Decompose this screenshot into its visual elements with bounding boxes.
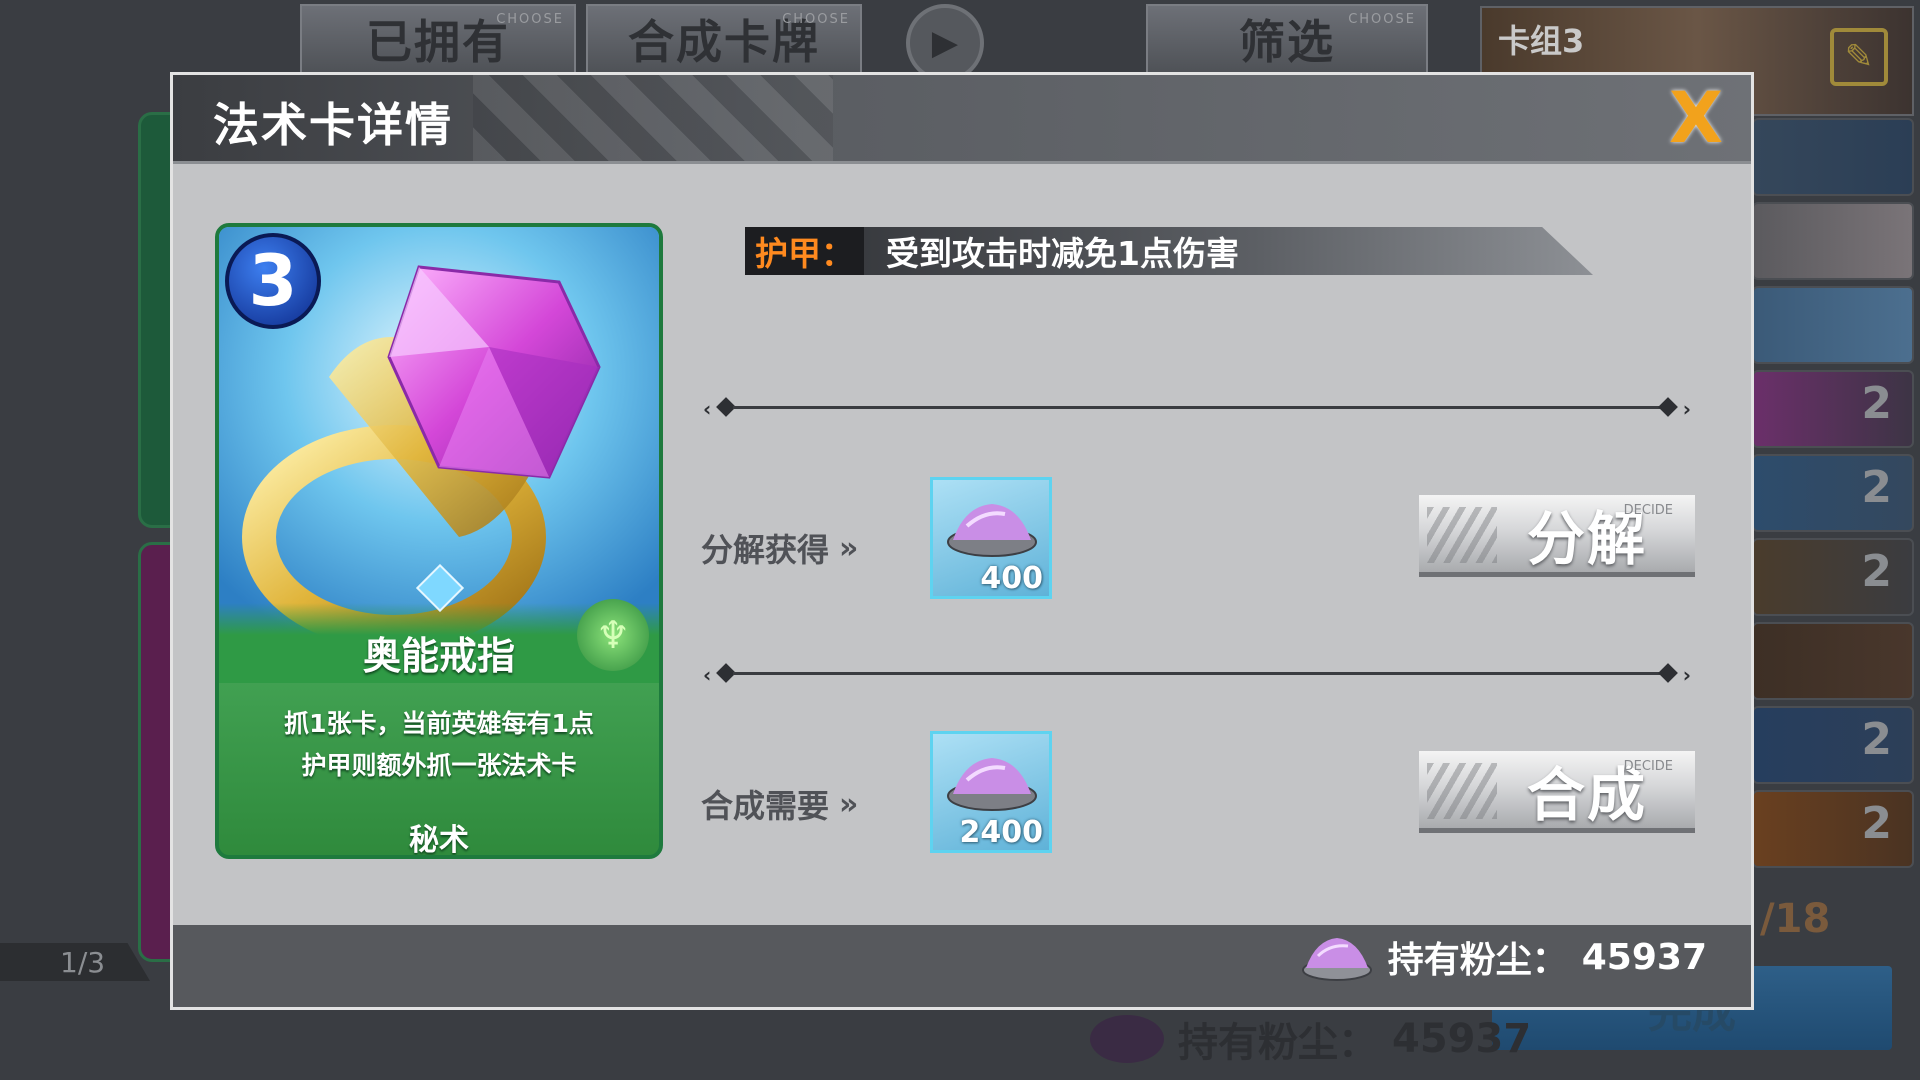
disenchant-button-tag: DECIDE [1623,503,1673,518]
tab-filter-label: 筛选 [1239,15,1335,69]
deck-item[interactable] [1752,118,1914,196]
dust-icon [1301,938,1372,981]
chevron-right-icon: › [1682,663,1691,687]
keyword-text: 受到攻击时减免1点伤害 [886,234,1239,273]
dust-icon [947,504,1037,557]
deck-item-count: 2 [1861,714,1892,765]
divider-diamond [1658,397,1678,417]
spell-card: 3 ♆ 奥能戒指 抓1张卡，当前英雄每有1点 护甲则额外抓一张法术卡 秘术 [215,223,663,859]
dust-balance-value: 45937 [1581,936,1707,978]
craft-button-tag: DECIDE [1623,759,1673,774]
dialog-footer: 持有粉尘： 45937 [173,925,1751,1007]
background-dust-label: 持有粉尘： [1178,1020,1378,1066]
craft-label: 合成需要 [701,787,830,825]
keyword-label: 护甲： [745,227,864,275]
disenchant-amount: 400 [980,561,1043,596]
card-description-line: 护甲则额外抓一张法术卡 [301,751,577,780]
background-card[interactable] [138,112,174,528]
background-dust-value: 45937 [1392,1016,1532,1062]
close-button[interactable]: X [1661,83,1731,153]
mana-cost-badge: 3 [225,233,321,329]
background-card[interactable] [138,542,174,962]
deck-title: 卡组3 [1498,22,1585,60]
divider-line [733,672,1661,675]
edit-icon[interactable]: ✎ [1830,28,1888,86]
deck-item-count: 2 [1861,798,1892,849]
tab-craft-cards-tag: CHOOSE [782,12,850,27]
craft-button[interactable]: 合成 DECIDE [1419,751,1695,833]
deck-item[interactable]: 2 [1752,538,1914,616]
disenchant-button[interactable]: 分解 DECIDE [1419,495,1695,577]
chevron-right-icon: › [1682,397,1691,421]
dialog-header: 法术卡详情 X [173,75,1751,164]
deck-item-count: 2 [1861,462,1892,513]
double-chevron-right-icon: » [839,786,859,822]
deck-item[interactable] [1752,622,1914,700]
chevron-left-icon: ‹ [703,663,712,687]
tab-filter[interactable]: 筛选 CHOOSE [1146,4,1428,74]
card-description-line: 抓1张卡，当前英雄每有1点 [284,709,594,738]
divider-line [733,406,1661,409]
page-indicator: 1/3 [0,943,150,981]
button-hatch-decoration [1427,763,1497,819]
craft-amount: 2400 [959,815,1044,850]
disenchant-label-group: 分解获得 » [701,525,859,571]
spell-card-detail-dialog: 法术卡详情 X 3 ♆ 奥能戒指 抓1张卡，当前英雄每有1点 护甲则额外抓一张法… [170,72,1754,1010]
divider: ‹ › [703,663,1691,687]
keyword-tooltip: 护甲： 受到攻击时减免1点伤害 [745,227,1593,275]
dust-icon [1090,1015,1164,1063]
card-name: 奥能戒指 [362,634,515,678]
divider-diamond [1658,663,1678,683]
deck-item[interactable] [1752,286,1914,364]
dialog-title: 法术卡详情 [213,98,453,152]
button-hatch-decoration [1427,507,1497,563]
dust-balance: 持有粉尘： 45937 [1300,931,1707,983]
craft-dust-cost: 2400 [930,731,1052,853]
tab-filter-tag: CHOOSE [1348,12,1416,27]
disenchant-dust-reward: 400 [930,477,1052,599]
divider: ‹ › [703,397,1691,421]
deck-item[interactable] [1752,202,1914,280]
deck-item-count: 2 [1861,378,1892,429]
background-dust-display: 持有粉尘： 45937 [1090,1010,1531,1068]
dust-balance-label: 持有粉尘： [1387,940,1568,981]
deck-item[interactable]: 2 [1752,454,1914,532]
double-chevron-right-icon: » [839,530,859,566]
deck-item-count: 2 [1861,546,1892,597]
tab-owned[interactable]: 已拥有 CHOOSE [300,4,576,74]
card-description: 抓1张卡，当前英雄每有1点 护甲则额外抓一张法术卡 [239,703,639,787]
play-icon[interactable]: ▶ [906,4,984,82]
deck-item[interactable]: 2 [1752,790,1914,868]
card-type: 秘术 [409,823,469,858]
dust-icon [947,758,1037,811]
chevron-left-icon: ‹ [703,397,712,421]
tab-owned-tag: CHOOSE [496,12,564,27]
tab-owned-label: 已拥有 [366,15,510,69]
header-decoration [473,75,833,161]
disenchant-label: 分解获得 [701,531,830,569]
tab-craft-cards[interactable]: 合成卡牌 CHOOSE [586,4,862,74]
deck-card-count: /18 [1760,896,1831,942]
craft-label-group: 合成需要 » [701,781,859,827]
deck-item[interactable]: 2 [1752,706,1914,784]
deck-item[interactable]: 2 [1752,370,1914,448]
